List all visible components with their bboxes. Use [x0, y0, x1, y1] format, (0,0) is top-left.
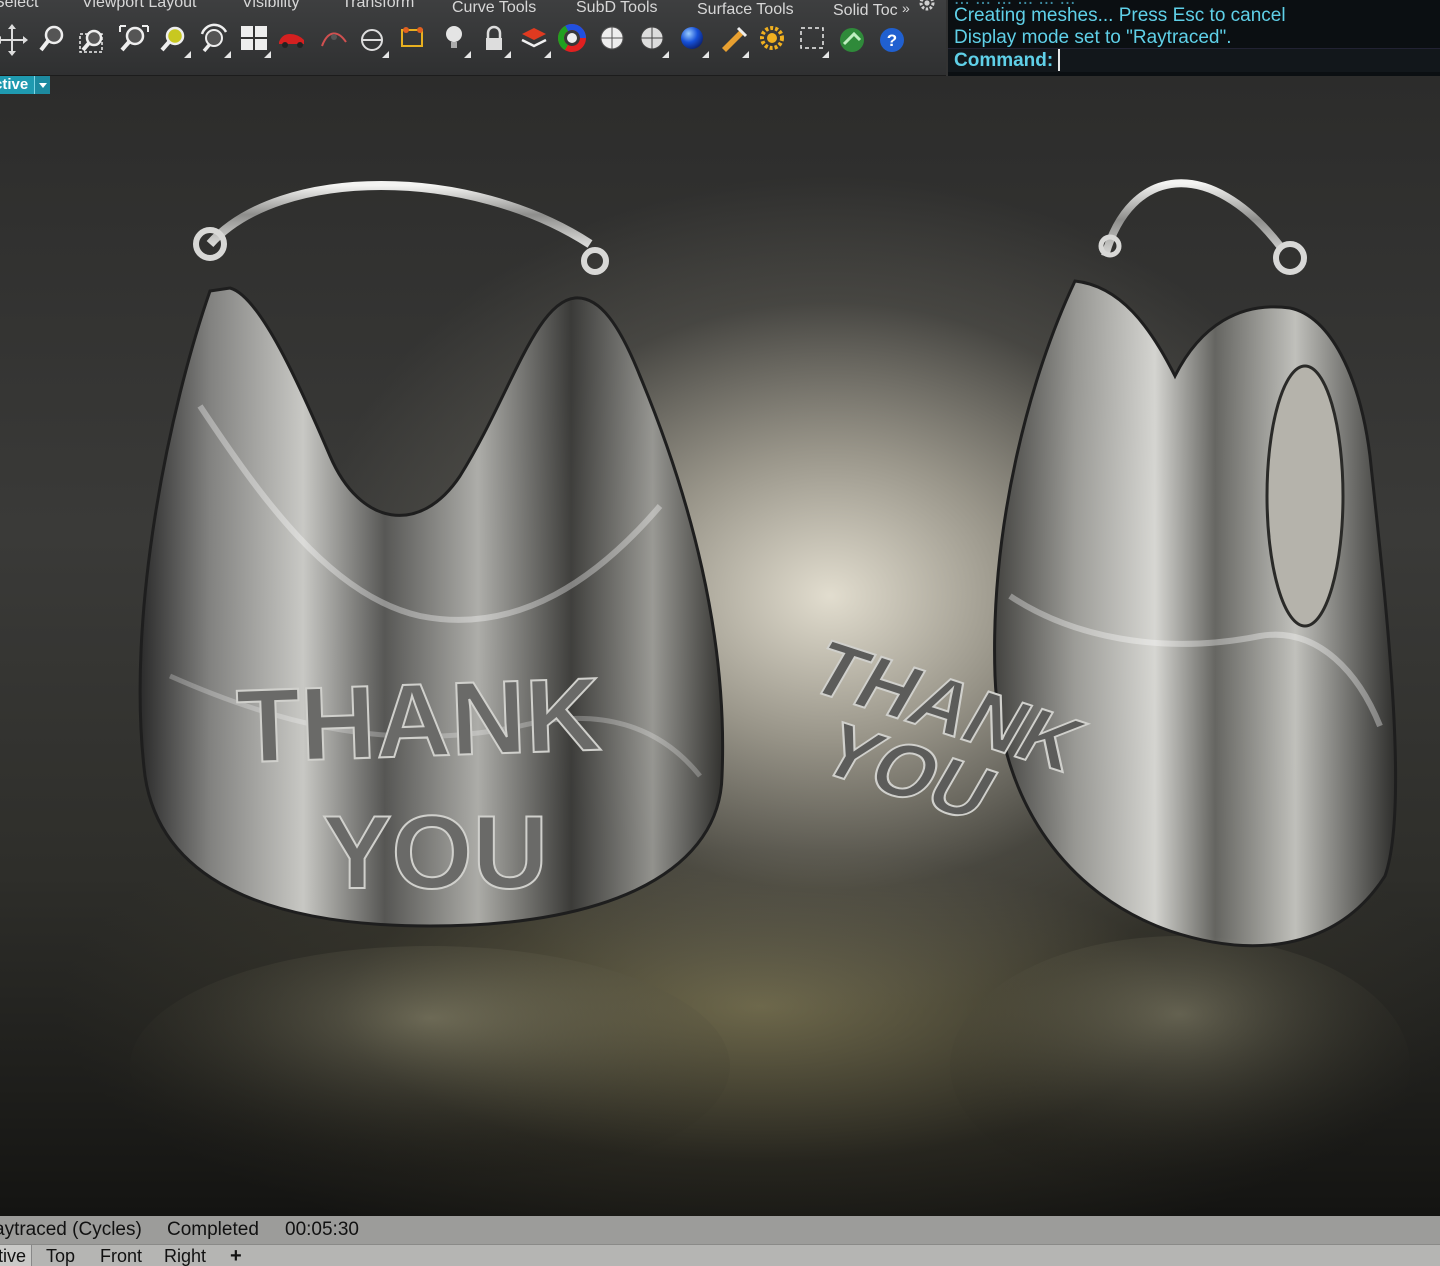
command-input[interactable]	[1058, 49, 1438, 71]
command-prompt-label: Command:	[954, 50, 1054, 71]
curve-edit-icon[interactable]	[316, 20, 352, 60]
layer-color-icon[interactable]	[516, 20, 552, 60]
color-wheel-icon[interactable]	[554, 20, 590, 60]
gumball-move-icon[interactable]	[0, 20, 30, 60]
render-state-label: Completed	[167, 1219, 259, 1240]
sun-settings-icon[interactable]	[754, 20, 790, 60]
viewport-tab-bar: tive Top Front Right +	[0, 1244, 1440, 1266]
tab-select[interactable]: Select	[0, 0, 38, 12]
tab-transform[interactable]: Transform	[342, 0, 414, 12]
zoom-icon[interactable]	[34, 20, 70, 60]
command-prompt-row: Command:	[948, 48, 1440, 72]
render-engine-label: aytraced (Cycles)	[0, 1219, 142, 1240]
pencil-icon[interactable]	[714, 20, 750, 60]
zoom-selected-icon[interactable]	[156, 20, 192, 60]
perspective-viewport[interactable]: THANK YOU THANK YOU ctive	[0, 76, 1440, 1216]
help-icon[interactable]: ?	[874, 20, 910, 60]
raytraced-render: THANK YOU THANK YOU	[130, 179, 1410, 1196]
render-globe-icon[interactable]	[834, 20, 870, 60]
light-bulb-icon[interactable]	[436, 20, 472, 60]
toolbar-tab-strip: Select Viewport Layout Visibility Transf…	[0, 0, 946, 19]
command-history-pane: ... ... ... ... ... ... Creating meshes.…	[946, 0, 1440, 76]
svg-text:?: ?	[887, 31, 897, 50]
lock-icon[interactable]	[476, 20, 512, 60]
viewport-title-button[interactable]: ctive	[0, 76, 51, 94]
toolbar-icon-row: ?	[0, 20, 946, 64]
command-history-line: Creating meshes... Press Esc to cancel	[954, 5, 1286, 26]
tab-viewport-layout[interactable]: Viewport Layout	[82, 0, 196, 12]
tab-solid-tools[interactable]: Solid Toc	[833, 2, 901, 20]
car-icon[interactable]	[274, 20, 310, 60]
gear-icon[interactable]	[918, 0, 936, 12]
zoom-extents-icon[interactable]	[116, 20, 152, 60]
rotate-view-icon[interactable]	[196, 20, 232, 60]
selection-frame-icon[interactable]	[794, 20, 830, 60]
named-position-icon[interactable]	[394, 20, 430, 60]
tab-curve-tools[interactable]: Curve Tools	[452, 0, 536, 17]
tab-top[interactable]: Top	[42, 1245, 79, 1266]
tab-overflow-chevron[interactable]: »	[902, 0, 910, 16]
rendered-sphere-icon[interactable]	[634, 20, 670, 60]
left-bag-text-line2: YOU	[322, 795, 547, 911]
tab-perspective[interactable]: tive	[0, 1245, 32, 1266]
left-glass-bag: THANK YOU	[138, 181, 725, 928]
toolbar-area: Select Viewport Layout Visibility Transf…	[0, 0, 946, 76]
left-bag-reflection	[130, 946, 730, 1186]
command-history-line: Display mode set to "Raytraced".	[954, 27, 1232, 48]
viewport-title-label: ctive	[0, 76, 35, 94]
tab-visibility[interactable]: Visibility	[242, 0, 300, 12]
add-viewport-tab-button[interactable]: +	[226, 1245, 246, 1266]
left-bag-text-line1: THANK	[235, 657, 603, 786]
tab-front[interactable]: Front	[96, 1245, 146, 1266]
shaded-sphere-icon[interactable]	[594, 20, 630, 60]
four-viewports-icon[interactable]	[236, 20, 272, 60]
tab-right[interactable]: Right	[160, 1245, 210, 1266]
cplane-icon[interactable]	[354, 20, 390, 60]
zoom-window-icon[interactable]	[74, 20, 110, 60]
tab-subd-tools[interactable]: SubD Tools	[576, 0, 658, 17]
right-bag-reflection	[950, 936, 1410, 1196]
chevron-down-icon[interactable]	[34, 76, 51, 94]
right-glass-bag: THANK YOU	[794, 179, 1398, 948]
blue-sphere-icon[interactable]	[674, 20, 710, 60]
render-status-bar: aytraced (Cycles) Completed 00:05:30	[0, 1216, 1440, 1244]
render-time-label: 00:05:30	[285, 1219, 359, 1240]
tab-surface-tools[interactable]: Surface Tools	[697, 1, 794, 19]
